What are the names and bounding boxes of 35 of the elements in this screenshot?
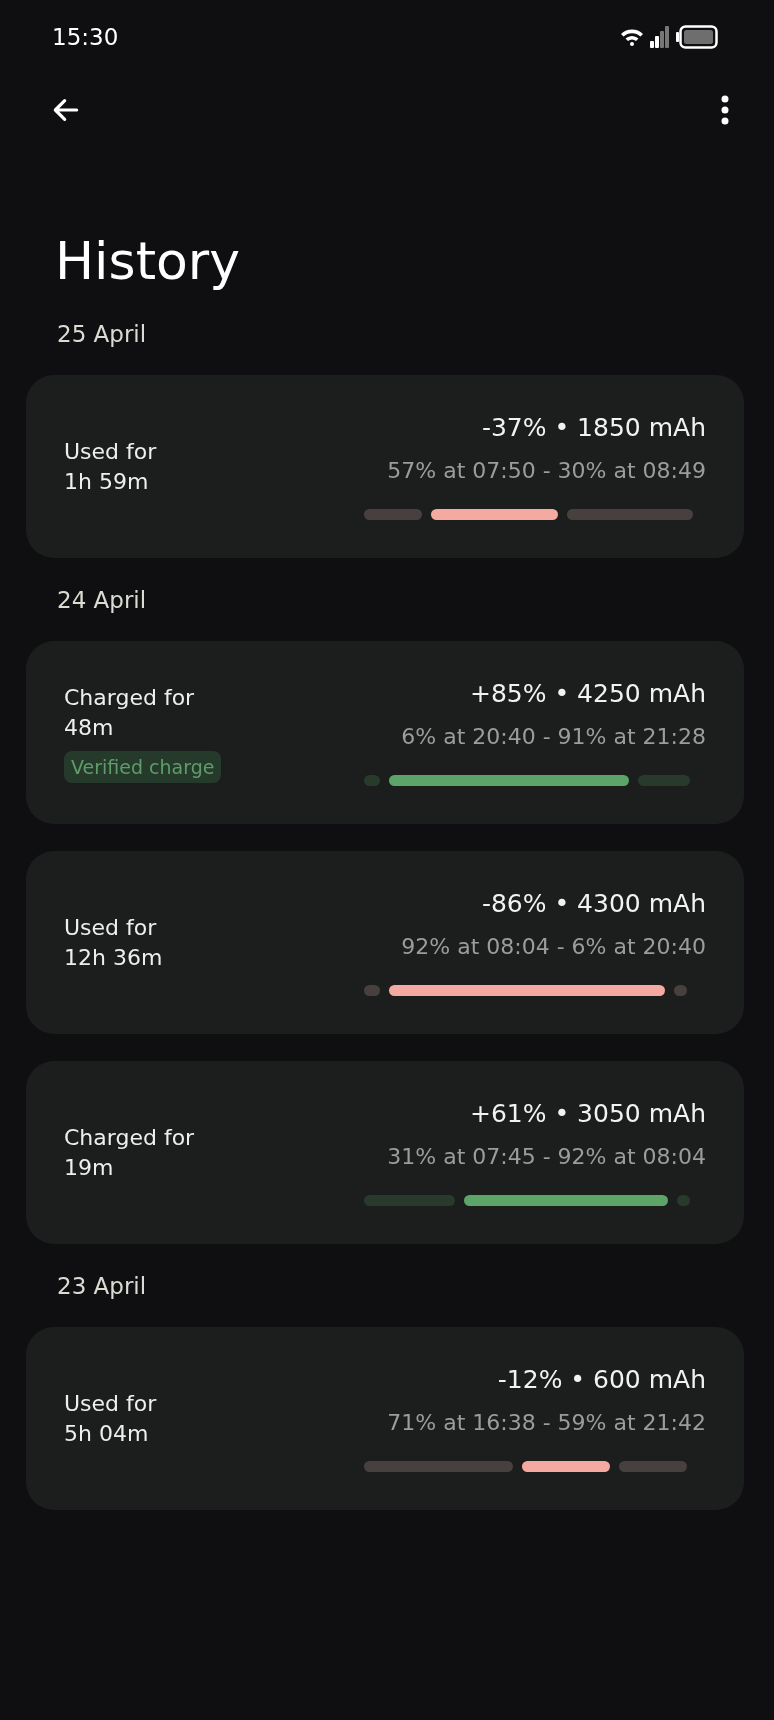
date-header: 24 April (57, 589, 148, 613)
entry-label: Used for (64, 1389, 157, 1418)
entry-range: 6% at 20:40 - 91% at 21:28 (401, 724, 706, 750)
entry-label: Used for (64, 437, 157, 466)
entry-label: Charged for (64, 683, 195, 712)
history-card[interactable]: Used for 12h 36m -86% • 4300 mAh 92% at 08:04 - 6% at 20:40 (26, 851, 744, 1035)
status-time: 15:30 (52, 24, 119, 50)
entry-summary: +85% • 4250 mAh (469, 679, 706, 709)
entry-summary: +61% • 3050 mAh (469, 1099, 706, 1129)
history-card[interactable]: Charged for 48m Verified charge +85% • 4250 mAh 6% at 20:40 - 91% at 21:28 (26, 641, 744, 825)
date-header: 23 April (57, 1275, 148, 1299)
entry-summary: -12% • 600 mAh (497, 1365, 706, 1395)
battery-icon (676, 25, 718, 49)
entry-duration: 19m (64, 1153, 114, 1182)
entry-summary: -37% • 1850 mAh (481, 413, 706, 443)
history-card[interactable]: Used for 1h 59m -37% • 1850 mAh 57% at 07:50 - 30% at 08:49 (26, 375, 744, 559)
entry-range: 31% at 07:45 - 92% at 08:04 (387, 1144, 706, 1170)
entry-label: Charged for (64, 1123, 195, 1152)
entry-duration: 5h 04m (64, 1419, 149, 1448)
entry-range: 71% at 16:38 - 59% at 21:42 (387, 1410, 706, 1436)
entry-range: 57% at 07:50 - 30% at 08:49 (387, 458, 706, 484)
verified-badge: Verified charge (64, 750, 222, 783)
entry-duration: 1h 59m (64, 467, 149, 496)
signal-icon (650, 26, 670, 48)
entry-range: 92% at 08:04 - 6% at 20:40 (401, 934, 706, 960)
entry-label: Used for (64, 913, 157, 942)
entry-duration: 48m (64, 713, 114, 742)
date-header: 25 April (57, 323, 148, 347)
entry-duration: 12h 36m (64, 943, 163, 972)
history-card[interactable]: Used for 5h 04m -12% • 600 mAh 71% at 16:38 - 59% at 21:42 (26, 1327, 744, 1511)
history-card[interactable]: Charged for 19m +61% • 3050 mAh 31% at 07:45 - 92% at 08:04 (26, 1061, 744, 1245)
entry-summary: -86% • 4300 mAh (481, 889, 706, 919)
wifi-icon (620, 28, 644, 46)
page-title: History (55, 230, 241, 293)
more-icon (720, 94, 730, 126)
